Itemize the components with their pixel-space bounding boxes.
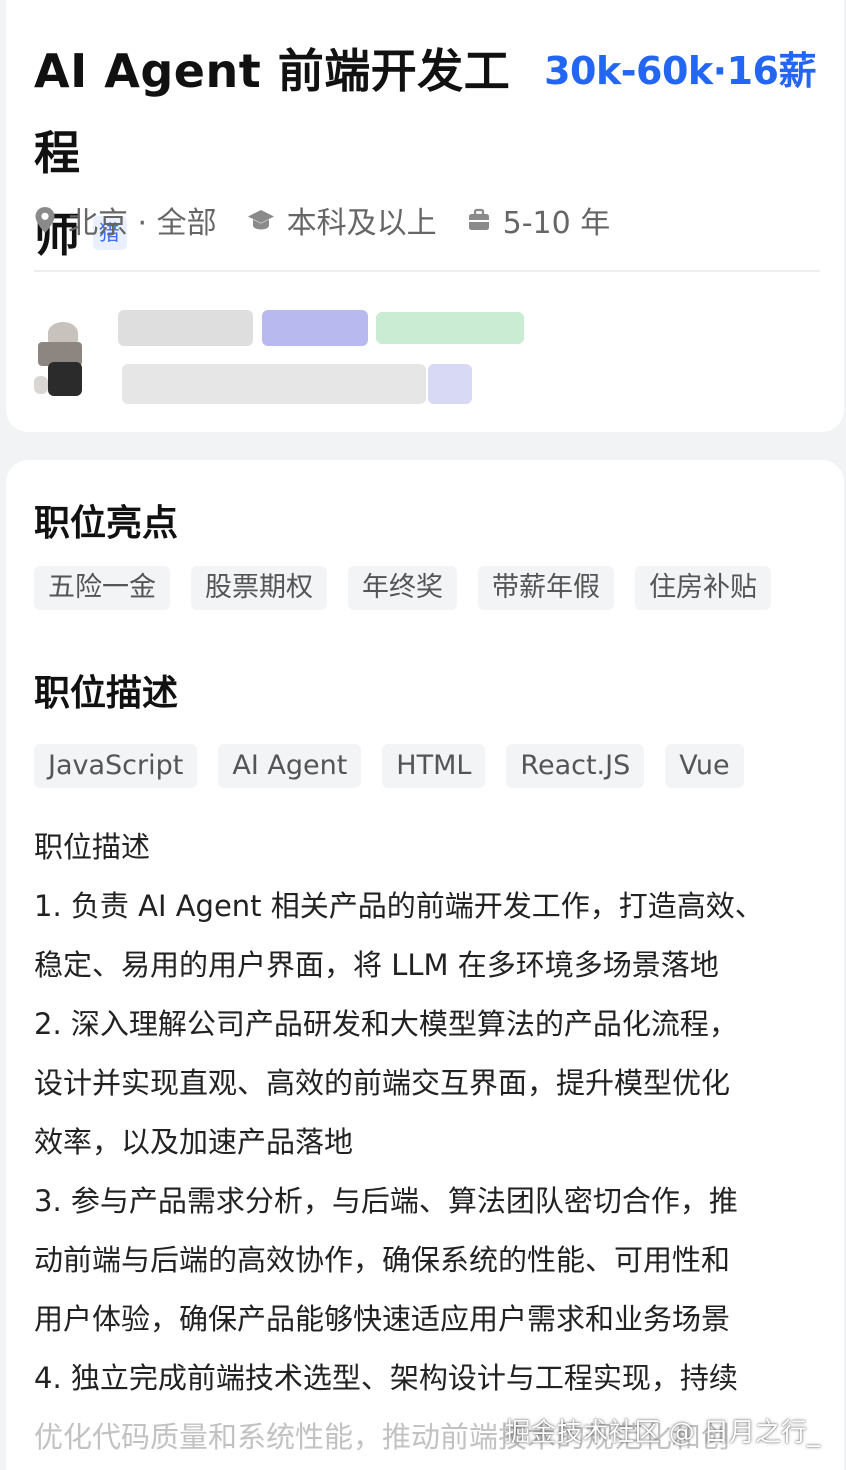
highlight-tag: 住房补贴: [635, 566, 771, 610]
recruiter-name-blurred: [118, 310, 253, 346]
job-location: 北京 · 全部: [34, 198, 217, 242]
recruiter-company-blurred: [122, 364, 426, 404]
description-title: 职位描述: [34, 673, 179, 714]
description-line: 1. 负责 AI Agent 相关产品的前端开发工作，打造高效、: [34, 889, 764, 923]
job-experience: 5-10 年: [467, 198, 611, 242]
job-detail-page: AI Agent 前端开发工程 师猎 30k-60k·16薪 北京 · 全部 本…: [0, 0, 846, 1470]
job-description-body: 职位描述 1. 负责 AI Agent 相关产品的前端开发工作，打造高效、 稳定…: [34, 818, 824, 1467]
skill-tag[interactable]: HTML: [382, 744, 486, 788]
skill-tag[interactable]: JavaScript: [34, 744, 198, 788]
highlight-tag: 股票期权: [191, 566, 327, 610]
header-divider: [34, 270, 820, 272]
location-pin-icon: [35, 207, 55, 233]
highlight-tag: 五险一金: [34, 566, 170, 610]
job-experience-text: 5-10 年: [502, 206, 611, 241]
highlights-tags: 五险一金 股票期权 年终奖 带薪年假 住房补贴: [34, 566, 792, 610]
description-line: 2. 深入理解公司产品研发和大模型算法的产品化流程，: [34, 1007, 738, 1041]
description-line: 用户体验，确保产品能够快速适应用户需求和业务场景: [34, 1302, 731, 1336]
skill-tag[interactable]: Vue: [665, 744, 744, 788]
skill-tag[interactable]: AI Agent: [218, 744, 362, 788]
recruiter-title-blurred: [262, 310, 368, 346]
job-title-line1: AI Agent 前端开发工程: [34, 44, 511, 180]
description-line: 效率，以及加速产品落地: [34, 1125, 354, 1159]
briefcase-icon: [468, 208, 489, 230]
description-line: 设计并实现直观、高效的前端交互界面，提升模型优化: [34, 1066, 731, 1100]
recruiter-badge-blurred: [376, 312, 524, 344]
job-education-text: 本科及以上: [286, 206, 437, 241]
highlight-tag: 年终奖: [348, 566, 457, 610]
graduation-cap-icon: [247, 210, 274, 230]
highlight-tag: 带薪年假: [478, 566, 614, 610]
job-location-text: 北京 · 全部: [68, 206, 217, 241]
description-line: 动前端与后端的高效协作，确保系统的性能、可用性和: [34, 1243, 731, 1277]
salary-range: 30k-60k·16薪: [544, 49, 816, 93]
description-line: 职位描述: [34, 830, 151, 864]
watermark: 掘金技术社区 @ 日月之行_: [504, 1418, 820, 1448]
description-line: 4. 独立完成前端技术选型、架构设计与工程实现，持续: [34, 1361, 738, 1395]
skill-tags: JavaScript AI Agent HTML React.JS Vue: [34, 744, 765, 788]
recruiter-avatar[interactable]: [34, 316, 98, 406]
recruiter-company-extra-blurred: [428, 364, 472, 404]
description-line: 稳定、易用的用户界面，将 LLM 在多环境多场景落地: [34, 948, 719, 982]
highlights-title: 职位亮点: [34, 503, 179, 544]
description-line: 3. 参与产品需求分析，与后端、算法团队密切合作，推: [34, 1184, 738, 1218]
job-meta-row: 北京 · 全部 本科及以上 5-10 年: [34, 198, 640, 242]
job-education: 本科及以上: [247, 198, 437, 242]
skill-tag[interactable]: React.JS: [506, 744, 645, 788]
